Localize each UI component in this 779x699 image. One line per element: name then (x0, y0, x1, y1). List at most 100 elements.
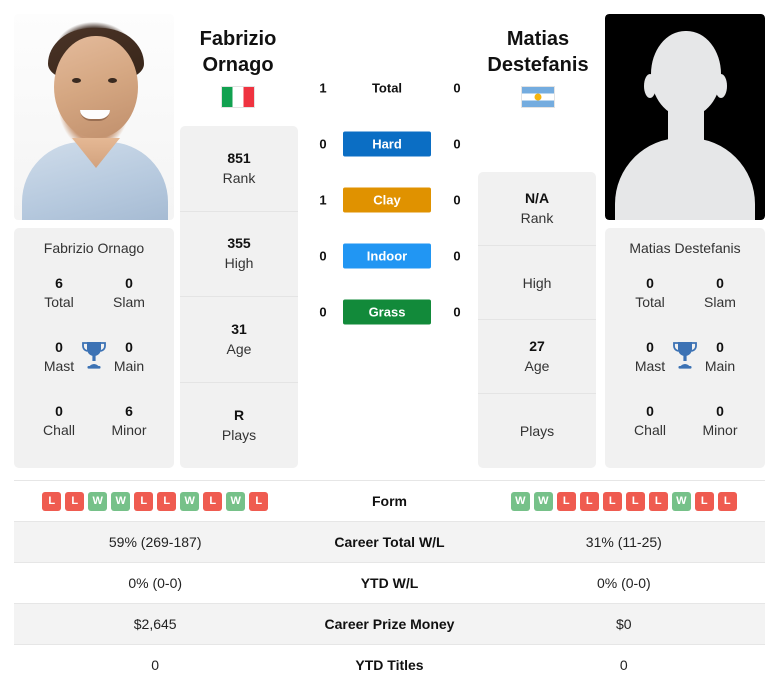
comparison-table: L L W W L L W L W L Form W W L L L L L W L L 59% (269-187) Car… (14, 480, 765, 686)
titles-chall-label-right: Chall (634, 422, 666, 438)
h2h-left-score-indoor: 0 (319, 248, 327, 264)
titles-main-value-right: 0 (716, 339, 724, 355)
info-row-age-right: 27 Age (478, 320, 596, 394)
compare-left-value: 0% (0-0) (128, 575, 183, 591)
compare-right-value: 0 (619, 657, 628, 674)
plays-value-left: R (233, 406, 245, 423)
trophy-icon-right (672, 340, 698, 375)
titles-card-name-left: Fabrizio Ornago (43, 240, 145, 256)
player-info-card-right: N/A Rank High 27 Age Plays (478, 172, 596, 468)
compare-right-value: 0% (0-0) (596, 575, 651, 591)
titles-minor-label-right: Minor (702, 422, 738, 438)
h2h-right-score-total: 0 (453, 80, 461, 96)
titles-total-value-left: 6 (55, 275, 63, 291)
titles-row-mast-main-right: 0 Mast 0 Main (605, 338, 765, 402)
compare-row-label: Form (371, 493, 407, 509)
high-value-left: 355 (227, 235, 251, 252)
h2h-left-score-total: 1 (319, 80, 327, 96)
flag-argentina-icon (521, 86, 555, 108)
info-row-rank-left: 851 Rank (180, 126, 298, 212)
compare-left-value: $2,645 (133, 616, 177, 632)
plays-label-right: Plays (519, 423, 555, 439)
form-badge-right-4[interactable]: L (602, 491, 622, 511)
avatar-ear-right-icon (715, 74, 727, 98)
info-row-age-left: 31 Age (180, 297, 298, 383)
form-badge-right-2[interactable]: L (556, 491, 576, 511)
player-photo-right[interactable] (605, 14, 765, 220)
table-row: 0 YTD Titles 0 (14, 644, 765, 686)
form-strip-right: WWLLLLLWLL (483, 491, 765, 511)
age-value-left: 31 (231, 320, 247, 337)
form-badge-right-5[interactable]: L (625, 491, 645, 511)
info-row-plays-right: Plays (478, 394, 596, 468)
titles-slam-value-left: 0 (125, 275, 133, 291)
titles-row-total-slam-right: 0 Total 0 Slam (605, 274, 765, 338)
form-badge-left-4[interactable]: L (134, 491, 154, 511)
form-badge-left-1[interactable]: L (65, 491, 85, 511)
compare-right-value: 31% (11-25) (585, 534, 662, 550)
form-badge-right-7[interactable]: W (671, 491, 691, 511)
player-last-name-left: Ornago (202, 54, 274, 76)
form-badge-left-2[interactable]: W (88, 491, 108, 511)
h2h-left-score-hard: 0 (319, 136, 327, 152)
form-badge-right-6[interactable]: L (648, 491, 668, 511)
titles-slam-right: 0 Slam (697, 274, 743, 338)
h2h-surface-badge-hard[interactable]: Hard (343, 131, 431, 157)
form-badge-left-3[interactable]: W (111, 491, 131, 511)
titles-slam-value-right: 0 (716, 275, 724, 291)
table-row: 0% (0-0) YTD W/L 0% (0-0) (14, 562, 765, 604)
h2h-right-score-grass: 0 (453, 304, 461, 320)
titles-main-left: 0 Main (106, 338, 152, 402)
sun-of-may-icon (534, 93, 542, 101)
table-row: $2,645 Career Prize Money $0 (14, 603, 765, 645)
form-badge-right-3[interactable]: L (579, 491, 599, 511)
compare-right-value: WWLLLLLWLL (483, 481, 765, 522)
form-badge-right-8[interactable]: L (694, 491, 714, 511)
h2h-surface-badge-total: Total (371, 80, 403, 96)
player-photo-left[interactable] (14, 14, 174, 220)
player-titles-card-left: Fabrizio Ornago 6 Total 0 Slam 0 Mast 0 … (14, 228, 174, 468)
photo-eye-right (108, 78, 117, 83)
info-row-high-left: 355 High (180, 212, 298, 297)
form-badge-right-1[interactable]: W (533, 491, 553, 511)
titles-main-label-left: Main (113, 358, 145, 374)
titles-row-chall-minor-left: 0 Chall 6 Minor (14, 402, 174, 466)
h2h-row-clay: 1 Clay 0 (300, 172, 480, 228)
form-badge-left-6[interactable]: W (180, 491, 200, 511)
form-badge-left-7[interactable]: L (203, 491, 223, 511)
titles-mast-left: 0 Mast (36, 338, 82, 402)
head-to-head-surfaces: 1 Total 0 0 Hard 0 1 Clay 0 0 Indoor 0 0 Grass 0 (300, 60, 480, 340)
titles-total-left: 6 Total (36, 274, 82, 338)
titles-main-right: 0 Main (697, 338, 743, 402)
compare-left-value: 59% (269-187) (108, 534, 202, 550)
h2h-surface-badge-grass[interactable]: Grass (343, 299, 431, 325)
titles-row-total-slam-left: 6 Total 0 Slam (14, 274, 174, 338)
form-badge-left-8[interactable]: W (226, 491, 246, 511)
titles-main-value-left: 0 (125, 339, 133, 355)
h2h-left-score-grass: 0 (319, 304, 327, 320)
h2h-row-hard: 0 Hard 0 (300, 116, 480, 172)
h2h-surface-badge-clay[interactable]: Clay (343, 187, 431, 213)
high-label-left: High (224, 255, 254, 272)
h2h-right-score-clay: 0 (453, 192, 461, 208)
trophy-icon-left (81, 340, 107, 375)
form-badge-left-9[interactable]: L (249, 491, 269, 511)
titles-minor-left: 6 Minor (106, 402, 152, 466)
form-badge-left-5[interactable]: L (157, 491, 177, 511)
h2h-surface-badge-indoor[interactable]: Indoor (343, 243, 431, 269)
form-badge-right-9[interactable]: L (717, 491, 737, 511)
titles-total-label-right: Total (635, 294, 665, 310)
info-row-plays-left: R Plays (180, 383, 298, 469)
form-badge-left-0[interactable]: L (42, 491, 62, 511)
player-info-card-left: 851 Rank 355 High 31 Age R Plays (180, 126, 298, 468)
titles-slam-label-left: Slam (113, 294, 145, 310)
player-last-name-right: Destefanis (487, 54, 589, 76)
titles-total-right: 0 Total (627, 274, 673, 338)
titles-chall-value-left: 0 (55, 403, 63, 419)
age-label-right: Age (524, 358, 550, 374)
rank-value-right: N/A (524, 190, 550, 206)
form-badge-right-0[interactable]: W (510, 491, 530, 511)
high-label-right: High (522, 274, 552, 291)
titles-mast-right: 0 Mast (627, 338, 673, 402)
info-row-high-right: High (478, 246, 596, 320)
